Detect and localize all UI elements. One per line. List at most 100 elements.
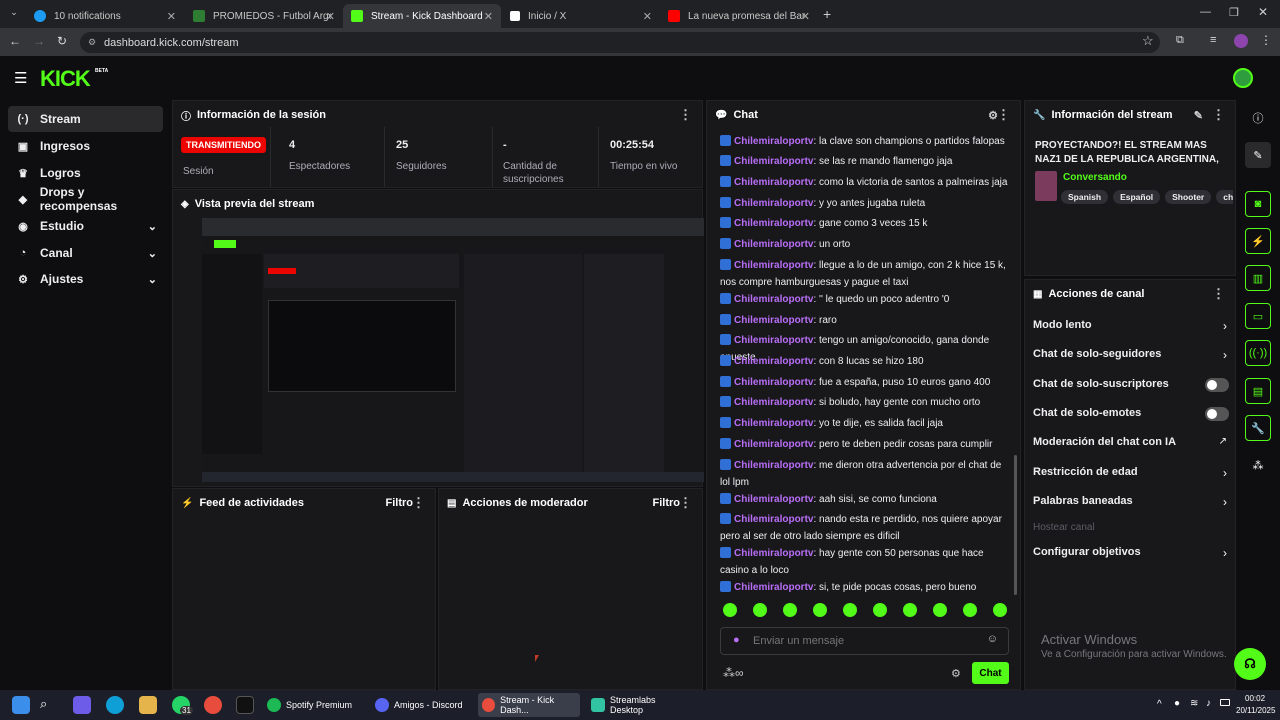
sidebar-item-ajustes[interactable]: ⚙ Ajustes ⌄ [8,266,163,292]
tab-search-button[interactable]: ⌄ [6,7,22,21]
edit-layout-icon[interactable]: ✎ [1245,142,1271,168]
browser-tab-active[interactable]: Stream - Kick Dashboard ✕ [343,4,501,28]
edit-pencil-icon[interactable]: ✎ [1194,109,1203,122]
browser-tab[interactable]: PROMIEDOS - Futbol Argentino✕ [185,4,343,28]
chat-username[interactable]: Chilemiraloportv [734,460,813,471]
chat-username[interactable]: Chilemiraloportv [734,439,813,450]
action-slow-mode[interactable]: Modo lento › [1025,319,1237,337]
taskbar-app-kick[interactable]: Stream - Kick Dash... [478,693,580,717]
emotes-only-toggle[interactable] [1205,407,1229,421]
chat-username[interactable]: Chilemiraloportv [734,260,813,271]
category-name[interactable]: Conversando [1063,172,1127,183]
sidebar-item-stream[interactable]: (·) Stream [8,106,163,132]
emote-icon[interactable] [993,603,1007,617]
chat-username[interactable]: Chilemiraloportv [734,315,813,326]
kick-logo[interactable]: KICK [40,66,91,92]
action-followers-only[interactable]: Chat de solo-seguidores › [1025,348,1237,366]
edge-icon[interactable] [106,696,124,714]
points-icon[interactable]: ⁂∞ [723,666,744,680]
chat-scrollbar[interactable] [1014,455,1017,595]
user-avatar[interactable] [1233,68,1253,88]
activity-menu-icon[interactable]: ⋮ [412,495,425,511]
action-ai-moderation[interactable]: Moderación del chat con IA ↗ [1025,436,1237,454]
chat-username[interactable]: Chilemiraloportv [734,335,813,346]
chat-username[interactable]: Chilemiraloportv [734,548,813,559]
action-age-restriction[interactable]: Restricción de edad › [1025,466,1237,484]
activity-filter-button[interactable]: Filtro [386,497,414,509]
browser-tab[interactable]: 10 notifications ✕ [26,4,184,28]
emote-icon[interactable] [843,603,857,617]
send-chat-button[interactable]: Chat [972,662,1009,684]
sidebar-item-drops[interactable]: ◆ Drops y recompensas [8,185,163,213]
forward-icon[interactable]: → [33,34,45,48]
windows-start-icon[interactable] [12,696,30,714]
session-menu-icon[interactable]: ⋮ [679,107,692,123]
chat-username[interactable]: Chilemiraloportv [734,377,813,388]
stream-info-menu-icon[interactable]: ⋮ [1212,107,1225,123]
close-tab-icon[interactable]: ✕ [167,10,176,23]
info-tool-icon[interactable]: ⓘ [1245,105,1271,131]
chat-username[interactable]: Chilemiraloportv [734,218,813,229]
chat-username[interactable]: Chilemiraloportv [734,294,813,305]
chat-username[interactable]: Chilemiraloportv [734,136,813,147]
chat-username[interactable]: Chilemiraloportv [734,397,813,408]
clipboard-tool-icon[interactable]: ▥ [1245,265,1271,291]
taskbar-app-discord[interactable]: Amigos - Discord [371,693,471,717]
chat-username[interactable]: Chilemiraloportv [734,356,813,367]
reload-icon[interactable]: ↻ [57,34,67,48]
tag-chip[interactable]: chill [1216,190,1233,204]
taskbar-app-streamlabs[interactable]: Streamlabs Desktop [587,693,691,717]
new-tab-button[interactable]: + [823,6,831,22]
volume-icon[interactable]: ♪ [1206,698,1211,709]
extensions-icon[interactable]: ⧉ [1176,34,1184,47]
copilot-icon[interactable] [73,696,91,714]
emote-icon[interactable] [873,603,887,617]
emote-icon[interactable] [813,603,827,617]
camera-tool-icon[interactable]: ◙ [1245,191,1271,217]
sidebar-item-estudio[interactable]: ◉ Estudio ⌄ [8,213,163,239]
browser-tab[interactable]: Inicio / X ✕ [502,4,660,28]
emote-icon[interactable] [783,603,797,617]
chat-message-input[interactable] [753,632,973,650]
action-banned-words[interactable]: Palabras baneadas › [1025,495,1237,513]
chat-username[interactable]: Chilemiraloportv [734,239,813,250]
chat-tool-icon[interactable]: ▭ [1245,303,1271,329]
emote-icon[interactable] [753,603,767,617]
bolt-tool-icon[interactable]: ⚡ [1245,228,1271,254]
profile-avatar[interactable] [1234,34,1248,48]
close-tab-icon[interactable]: ✕ [326,10,335,23]
chat-username[interactable]: Chilemiraloportv [734,156,813,167]
close-tab-icon[interactable]: ✕ [643,10,652,23]
back-icon[interactable]: ← [9,34,21,48]
more-tools-icon[interactable]: ⁂ [1245,452,1271,478]
channel-actions-menu-icon[interactable]: ⋮ [1212,286,1225,302]
chat-username[interactable]: Chilemiraloportv [734,198,813,209]
clock-date[interactable]: 20/11/2025 [1236,706,1275,715]
close-tab-icon[interactable]: ✕ [484,10,493,23]
chat-username[interactable]: Chilemiraloportv [734,494,813,505]
tray-chevron-icon[interactable]: ^ [1157,699,1162,710]
chrome-icon[interactable] [204,696,222,714]
media-icon[interactable]: ≡ [1210,34,1216,46]
close-tab-icon[interactable]: ✕ [801,10,810,23]
action-goals[interactable]: Configurar objetivos › [1025,546,1237,564]
microphone-icon[interactable]: ● [733,634,740,646]
bookmark-star-icon[interactable]: ☆ [1142,33,1154,49]
sidebar-item-logros[interactable]: ♛ Logros [8,160,163,186]
menu-icon[interactable]: ⋮ [1260,33,1272,47]
search-icon[interactable]: ⌕ [40,696,58,714]
sidebar-item-canal[interactable]: ◔ Canal ⌄ [8,240,163,266]
minimize-button[interactable]: — [1200,6,1211,18]
file-explorer-icon[interactable] [139,696,157,714]
chat-username[interactable]: Chilemiraloportv [734,514,813,525]
emote-icon[interactable] [933,603,947,617]
chat-input-box[interactable]: ● ☺ [720,627,1009,655]
maximize-button[interactable]: ❐ [1229,6,1239,19]
chat-menu-icon[interactable]: ⋮ [997,107,1010,123]
browser-tab[interactable]: La nueva promesa del Barça no✕ [660,4,818,28]
hamburger-menu-icon[interactable]: ☰ [14,69,27,87]
chat-username[interactable]: Chilemiraloportv [734,177,813,188]
tiktok-icon[interactable] [236,696,254,714]
microphone-tray-icon[interactable]: ● [1174,698,1180,709]
clock-time[interactable]: 00:02 [1245,694,1265,703]
